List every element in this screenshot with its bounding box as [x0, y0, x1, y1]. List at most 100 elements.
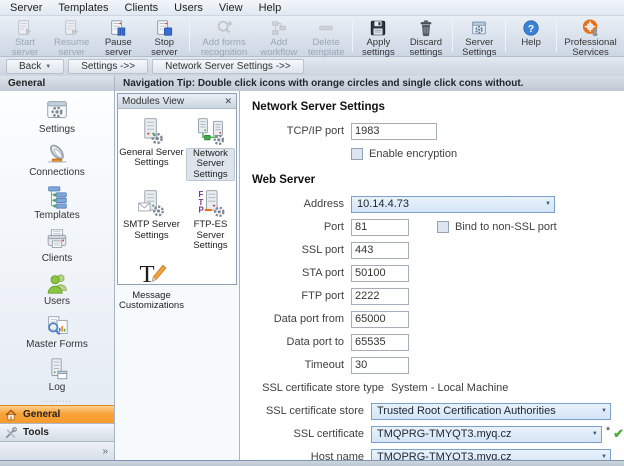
discard-settings-label: Discard settings [406, 38, 445, 58]
menu-view[interactable]: View [219, 2, 243, 14]
nav-tab-settings[interactable]: Settings ->> [68, 59, 148, 74]
enable-encryption-checkbox[interactable] [351, 148, 363, 160]
tools-icon [4, 426, 18, 440]
help-icon: ? [522, 19, 540, 37]
back-label: Back [19, 61, 41, 72]
data-port-to-row: Data port to [252, 333, 624, 351]
pause-server-button[interactable]: Pause server [95, 17, 141, 55]
menu-templates[interactable]: Templates [58, 2, 108, 14]
add-forms-recognition-icon [215, 19, 233, 37]
menu-help[interactable]: Help [259, 2, 282, 14]
data-port-to-input[interactable] [351, 334, 409, 351]
nav-tab-network-server-settings[interactable]: Network Server Settings ->> [152, 59, 304, 74]
delete-template-label: Delete template [307, 38, 346, 58]
svg-text:?: ? [528, 24, 534, 35]
host-name-row: Host name TMQPRG-TMYQT3.myq.cz ▼ [252, 448, 624, 460]
chevron-down-icon: ▼ [545, 201, 551, 207]
ssl-certificate-label: SSL certificate [252, 428, 364, 440]
module-message-customizations-label: Message Customizations [119, 291, 184, 312]
toolbar-separator [505, 20, 506, 52]
sidebar-item-users[interactable]: Users [0, 267, 114, 310]
sta-port-input[interactable] [351, 265, 409, 282]
general-server-settings-icon [136, 115, 166, 147]
sidebar: Settings Connections Templates [0, 91, 115, 460]
professional-services-button[interactable]: Professional Services [559, 17, 622, 55]
connections-icon [44, 140, 70, 167]
enable-encryption-label: Enable encryption [369, 148, 457, 160]
toolbar-separator [452, 20, 453, 52]
section-title-web-server: Web Server [252, 174, 624, 186]
menu-clients[interactable]: Clients [125, 2, 159, 14]
ssl-port-input[interactable] [351, 242, 409, 259]
sidebar-item-clients[interactable]: Clients [0, 224, 114, 267]
server-settings-icon [470, 19, 488, 37]
cert-store-label: SSL certificate store [252, 405, 364, 417]
modules-panel-titlebar: Modules View ✕ [118, 94, 236, 109]
settings-icon [44, 97, 70, 124]
enable-encryption-row: Enable encryption [252, 145, 624, 163]
ftp-port-row: FTP port [252, 287, 624, 305]
required-asterisk: * [606, 425, 610, 437]
close-icon[interactable]: ✕ [224, 96, 232, 107]
module-ftp-es-server-settings[interactable]: FTP FTP-ES Server Settings [185, 185, 236, 255]
start-server-label: Start server [7, 38, 43, 58]
server-settings-button[interactable]: Server Settings [455, 17, 503, 55]
apply-settings-button[interactable]: Apply settings [355, 17, 401, 55]
master-forms-icon [44, 312, 70, 339]
ssl-certificate-combobox[interactable]: TMQPRG-TMYQT3.myq.cz ▼ [371, 426, 602, 443]
menu-users[interactable]: Users [174, 2, 203, 14]
module-network-server-settings[interactable]: Network Server Settings [185, 113, 236, 185]
header-row: General Navigation Tip: Double click ico… [0, 76, 624, 91]
sidebar-item-clients-label: Clients [42, 253, 73, 264]
sidebar-item-log[interactable]: Log [0, 353, 114, 396]
module-general-server-settings[interactable]: General Server Settings [118, 113, 185, 185]
cert-store-type-row: SSL certificate store type System - Loca… [252, 379, 624, 397]
sidebar-footer-general[interactable]: General [0, 405, 114, 423]
help-label: Help [521, 38, 541, 48]
start-server-icon [16, 19, 34, 37]
discard-settings-button[interactable]: Discard settings [401, 17, 450, 55]
add-workflow-icon [270, 19, 288, 37]
menu-server[interactable]: Server [10, 2, 42, 14]
back-button[interactable]: Back ▼ [6, 59, 64, 74]
sidebar-footer-tools-label: Tools [23, 427, 49, 438]
tcpip-port-input[interactable] [351, 123, 437, 140]
sidebar-item-master-forms[interactable]: Master Forms [0, 310, 114, 353]
network-settings-form: Network Server Settings TCP/IP port Enab… [240, 91, 624, 460]
stop-server-icon [155, 19, 173, 37]
help-button[interactable]: ? Help [508, 17, 554, 55]
host-name-combobox[interactable]: TMQPRG-TMYQT3.myq.cz ▼ [371, 449, 611, 461]
module-message-customizations[interactable]: T Message Customizations [118, 256, 185, 316]
sidebar-item-connections[interactable]: Connections [0, 138, 114, 181]
sidebar-item-templates[interactable]: Templates [0, 181, 114, 224]
sidebar-item-users-label: Users [44, 296, 70, 307]
ssl-certificate-value: TMQPRG-TMYQT3.myq.cz [377, 428, 511, 440]
data-port-from-input[interactable] [351, 311, 409, 328]
add-workflow-label: Add workflow [260, 38, 297, 58]
main-content: Settings Connections Templates [0, 91, 624, 460]
professional-services-icon [582, 19, 600, 37]
back-dropdown-icon: ▼ [45, 64, 51, 70]
timeout-row: Timeout [252, 356, 624, 374]
sidebar-splitter-handle[interactable]: ········· [0, 398, 114, 405]
port-input[interactable] [351, 219, 409, 236]
pause-server-label: Pause server [100, 38, 136, 58]
menu-bar: Server Templates Clients Users View Help [0, 0, 624, 16]
host-name-value: TMQPRG-TMYQT3.myq.cz [377, 451, 511, 460]
ftp-port-input[interactable] [351, 288, 409, 305]
sidebar-footer-general-label: General [23, 409, 60, 420]
sidebar-footer-tools[interactable]: Tools [0, 423, 114, 441]
sidebar-footer: General Tools » [0, 405, 114, 460]
overflow-chevron-icon[interactable]: » [102, 446, 108, 457]
module-smtp-server-settings[interactable]: SMTP Server Settings [118, 185, 185, 255]
sta-port-label: STA port [252, 267, 344, 279]
start-server-button: Start server [2, 17, 48, 55]
address-combobox[interactable]: 10.14.4.73 ▼ [351, 196, 555, 213]
bind-non-ssl-checkbox[interactable] [437, 221, 449, 233]
app-window: Server Templates Clients Users View Help… [0, 0, 624, 466]
cert-store-combobox[interactable]: Trusted Root Certification Authorities ▼ [371, 403, 611, 420]
stop-server-button[interactable]: Stop server [141, 17, 187, 55]
timeout-input[interactable] [351, 357, 409, 374]
sidebar-item-settings[interactable]: Settings [0, 95, 114, 138]
data-port-to-label: Data port to [252, 336, 344, 348]
